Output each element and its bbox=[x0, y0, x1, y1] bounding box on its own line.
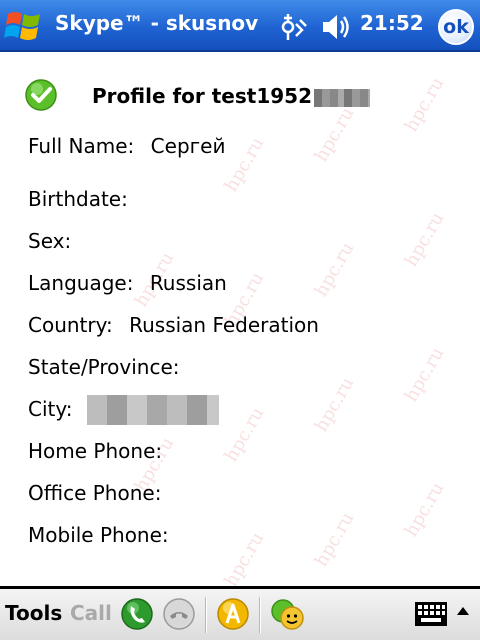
field-label: State/Province: bbox=[28, 355, 180, 379]
watermark: hpc.ru bbox=[220, 133, 269, 196]
watermark: hpc.ru bbox=[220, 528, 269, 586]
field-value: Сергей bbox=[150, 134, 226, 158]
ok-button[interactable]: ok bbox=[438, 9, 474, 45]
field-label: Sex: bbox=[28, 229, 72, 253]
field-label: Mobile Phone: bbox=[28, 523, 169, 547]
watermark: hpc.ru bbox=[400, 343, 449, 406]
add-contact-icon[interactable] bbox=[216, 597, 250, 631]
field-office-phone: Office Phone: bbox=[28, 481, 161, 505]
field-language: Language: Russian bbox=[28, 271, 227, 295]
clock[interactable]: 21:52 bbox=[360, 11, 424, 35]
keyboard-icon[interactable] bbox=[414, 601, 448, 627]
watermark: hpc.ru bbox=[400, 208, 449, 271]
title-bar: Skype™ - skusnov 21:52 ok bbox=[0, 0, 480, 52]
field-label: Country: bbox=[28, 313, 113, 337]
field-label: City: bbox=[28, 396, 73, 421]
field-label: Full Name: bbox=[28, 134, 135, 158]
hangup-icon[interactable] bbox=[162, 597, 196, 631]
watermark: hpc.ru bbox=[310, 373, 359, 436]
input-panel-arrow-icon[interactable] bbox=[455, 603, 471, 619]
field-city: City: bbox=[28, 395, 219, 425]
windows-start-icon[interactable] bbox=[2, 6, 46, 46]
field-label: Birthdate: bbox=[28, 187, 128, 211]
bottom-toolbar: Tools Call bbox=[0, 586, 480, 640]
profile-panel: hpc.ru hpc.ru hpc.ru hpc.ru hpc.ru hpc.r… bbox=[0, 54, 480, 586]
contacts-icon[interactable] bbox=[270, 597, 304, 631]
field-sex: Sex: bbox=[28, 229, 71, 253]
field-country: Country: Russian Federation bbox=[28, 313, 319, 337]
toolbar-separator bbox=[259, 597, 261, 633]
field-home-phone: Home Phone: bbox=[28, 439, 162, 463]
window-title: Skype™ - skusnov bbox=[55, 11, 259, 35]
field-mobile-phone: Mobile Phone: bbox=[28, 523, 169, 547]
connectivity-icon[interactable] bbox=[278, 10, 312, 44]
watermark: hpc.ru bbox=[310, 238, 359, 301]
volume-icon[interactable] bbox=[320, 10, 354, 44]
watermark: hpc.ru bbox=[400, 478, 449, 541]
tools-menu[interactable]: Tools bbox=[5, 601, 62, 625]
watermark: hpc.ru bbox=[220, 403, 269, 466]
redacted-block bbox=[86, 395, 219, 425]
call-green-icon[interactable] bbox=[120, 597, 154, 631]
online-status-icon bbox=[25, 79, 57, 111]
field-label: Office Phone: bbox=[28, 481, 162, 505]
toolbar-separator bbox=[205, 597, 207, 633]
field-value: Russian Federation bbox=[129, 313, 319, 337]
call-button[interactable]: Call bbox=[70, 601, 112, 625]
watermark: hpc.ru bbox=[310, 508, 359, 571]
field-label: Language: bbox=[28, 271, 134, 295]
field-state-province: State/Province: bbox=[28, 355, 180, 379]
field-value: Russian bbox=[149, 271, 227, 295]
profile-header: Profile for test1952 bbox=[24, 78, 464, 112]
field-birthdate: Birthdate: bbox=[28, 187, 128, 211]
redacted-block bbox=[314, 88, 370, 107]
watermark: hpc.ru bbox=[310, 103, 359, 166]
field-label: Home Phone: bbox=[28, 439, 163, 463]
field-full-name: Full Name: Сергей bbox=[28, 134, 225, 158]
profile-title: Profile for test1952 bbox=[92, 84, 370, 108]
